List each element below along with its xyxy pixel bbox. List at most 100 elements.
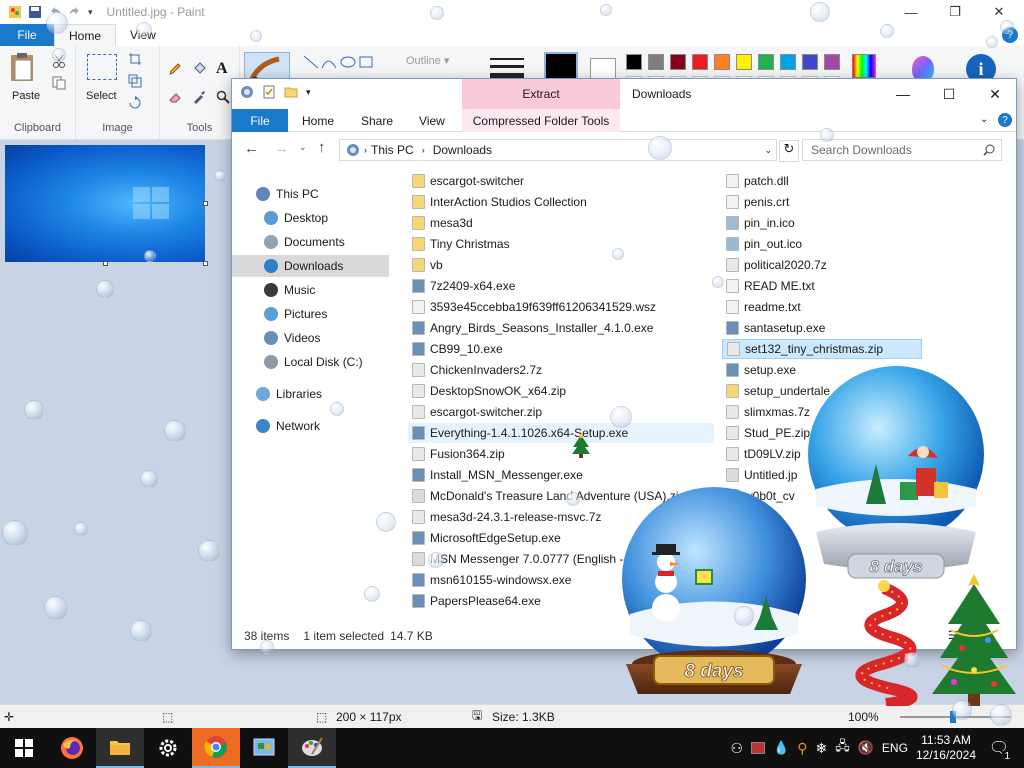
people-icon[interactable]: ⚇ (730, 740, 743, 757)
save-icon[interactable] (28, 5, 42, 19)
palette-color-swatch[interactable] (626, 54, 642, 70)
nav-item-pictures[interactable]: Pictures (232, 303, 389, 325)
file-list-item[interactable]: READ ME.txt (722, 276, 922, 296)
file-list-item[interactable]: Angry_Birds_Seasons_Installer_4.1.0.exe (408, 318, 714, 338)
palette-color-swatch[interactable] (802, 54, 818, 70)
address-bar[interactable]: › This PC › Downloads ⌄ (339, 139, 777, 161)
breadcrumb-downloads[interactable]: Downloads (433, 143, 492, 157)
file-list-item[interactable]: vb (408, 255, 714, 275)
back-arrow-icon[interactable]: ← (244, 140, 259, 157)
up-arrow-icon[interactable]: ↑ (318, 139, 326, 156)
file-list-item[interactable]: DesktopSnowOK_x64.zip (408, 381, 714, 401)
shapes-gallery-icon[interactable] (302, 54, 382, 72)
explorer-help-icon[interactable]: ? (998, 113, 1012, 127)
text-icon[interactable]: A (216, 60, 228, 78)
resize-handle-bottom[interactable] (103, 261, 108, 266)
palette-color-swatch[interactable] (780, 54, 796, 70)
breadcrumb-separator-icon[interactable]: › (364, 145, 367, 155)
file-list-item[interactable]: pin_in.ico (722, 213, 922, 233)
properties-icon[interactable] (262, 85, 276, 99)
crop-icon[interactable] (128, 52, 142, 66)
nav-item-libraries[interactable]: Libraries (232, 383, 389, 405)
file-list-item[interactable]: mesa3d (408, 213, 714, 233)
file-list-item[interactable]: CB99_10.exe (408, 339, 714, 359)
line-size-icon[interactable] (490, 56, 524, 80)
file-list-item[interactable]: escargot-switcher.zip (408, 402, 714, 422)
palette-color-swatch[interactable] (670, 54, 686, 70)
file-list-item[interactable]: 7z2409-x64.exe (408, 276, 714, 296)
taskbar-settings[interactable] (144, 728, 192, 768)
explorer-tab-home[interactable]: Home (302, 109, 334, 132)
file-list-item[interactable]: patch.dll (722, 171, 922, 191)
taskbar-firefox[interactable] (48, 728, 96, 768)
redo-icon[interactable] (68, 5, 82, 19)
start-button[interactable] (0, 728, 48, 768)
action-center-button[interactable]: 🗨 1 (984, 734, 1014, 762)
palette-color-swatch[interactable] (714, 54, 730, 70)
customize-toolbar-icon[interactable]: ▾ (306, 87, 311, 98)
explorer-tab-compressed-folder-tools[interactable]: Compressed Folder Tools (462, 109, 620, 132)
pencil-icon[interactable] (168, 62, 182, 76)
network-tray-icon[interactable]: 🖧 (835, 737, 850, 759)
resize-icon[interactable] (128, 74, 142, 88)
nav-item-network[interactable]: Network (232, 415, 389, 437)
recent-locations-icon[interactable]: ⌄ (299, 142, 307, 153)
explorer-tab-share[interactable]: Share (361, 109, 393, 132)
palette-color-swatch[interactable] (824, 54, 840, 70)
nav-item-desktop[interactable]: Desktop (232, 207, 389, 229)
file-list-item[interactable]: escargot-switcher (408, 171, 714, 191)
expand-ribbon-icon[interactable]: ⌄ (980, 114, 988, 125)
paint-restore-button[interactable]: ❐ (932, 0, 978, 24)
explorer-tab-view[interactable]: View (419, 109, 445, 132)
network-drive-tray-icon[interactable] (751, 742, 766, 754)
taskbar-paint[interactable] (288, 728, 336, 768)
eraser-icon[interactable] (168, 90, 182, 104)
file-list-item[interactable]: readme.txt (722, 297, 922, 317)
everything-search-tray-icon[interactable]: ⚲ (797, 740, 807, 757)
search-input[interactable]: Search Downloads (802, 139, 1002, 161)
nav-item-videos[interactable]: Videos (232, 327, 389, 349)
palette-color-swatch[interactable] (758, 54, 774, 70)
file-list-item[interactable]: Tiny Christmas (408, 234, 714, 254)
nav-item-local-disk[interactable]: Local Disk (C:) (232, 351, 389, 373)
volume-muted-icon[interactable]: 🔇 (858, 740, 874, 756)
resize-handle-right[interactable] (203, 201, 208, 206)
outline-dropdown[interactable]: Outline ▾ (406, 54, 449, 67)
forward-arrow-icon[interactable]: → (274, 140, 289, 157)
explorer-maximize-button[interactable]: ☐ (926, 79, 972, 109)
taskbar-control-panel[interactable] (240, 728, 288, 768)
breadcrumb-separator-icon[interactable]: › (422, 145, 425, 155)
customize-qat-icon[interactable]: ▾ (88, 7, 93, 18)
input-language[interactable]: ENG (882, 741, 908, 755)
clock[interactable]: 11:53 AM 12/16/2024 (916, 733, 976, 763)
nav-item-this-pc[interactable]: This PC (232, 183, 389, 205)
magnifier-icon[interactable] (216, 90, 230, 104)
snowflake-tray-icon[interactable]: ❄ (816, 740, 828, 757)
canvas-image[interactable] (5, 145, 205, 262)
explorer-tab-file[interactable]: File (232, 109, 288, 132)
file-list-item[interactable]: Install_MSN_Messenger.exe (408, 465, 714, 485)
file-list-item[interactable]: santasetup.exe (722, 318, 922, 338)
resize-handle-corner[interactable] (203, 261, 208, 266)
edit-colors-button[interactable] (852, 54, 876, 78)
paint-minimize-button[interactable]: — (888, 0, 934, 24)
select-button[interactable]: Select (84, 54, 126, 108)
file-list-item[interactable]: penis.crt (722, 192, 922, 212)
file-list-item[interactable]: Fusion364.zip (408, 444, 714, 464)
paint-close-button[interactable]: ✕ (976, 0, 1022, 24)
file-list-item[interactable]: Everything-1.4.1.1026.x64-Setup.exe (408, 423, 714, 443)
palette-color-swatch[interactable] (736, 54, 752, 70)
copy-icon[interactable] (52, 76, 66, 90)
refresh-icon[interactable]: ↻ (779, 140, 799, 162)
file-list-item[interactable]: pin_out.ico (722, 234, 922, 254)
file-list-item[interactable]: InterAction Studios Collection (408, 192, 714, 212)
nav-item-music[interactable]: Music (232, 279, 389, 301)
paste-button[interactable]: Paste (8, 52, 42, 108)
nav-item-downloads[interactable]: Downloads (232, 255, 389, 277)
palette-color-swatch[interactable] (692, 54, 708, 70)
palette-color-swatch[interactable] (648, 54, 664, 70)
new-folder-icon[interactable] (284, 85, 298, 99)
file-list-item[interactable]: political2020.7z (722, 255, 922, 275)
file-list-item[interactable]: 3593e45ccebba19f639ff61206341529.wsz (408, 297, 714, 317)
taskbar-file-explorer[interactable] (96, 728, 144, 768)
